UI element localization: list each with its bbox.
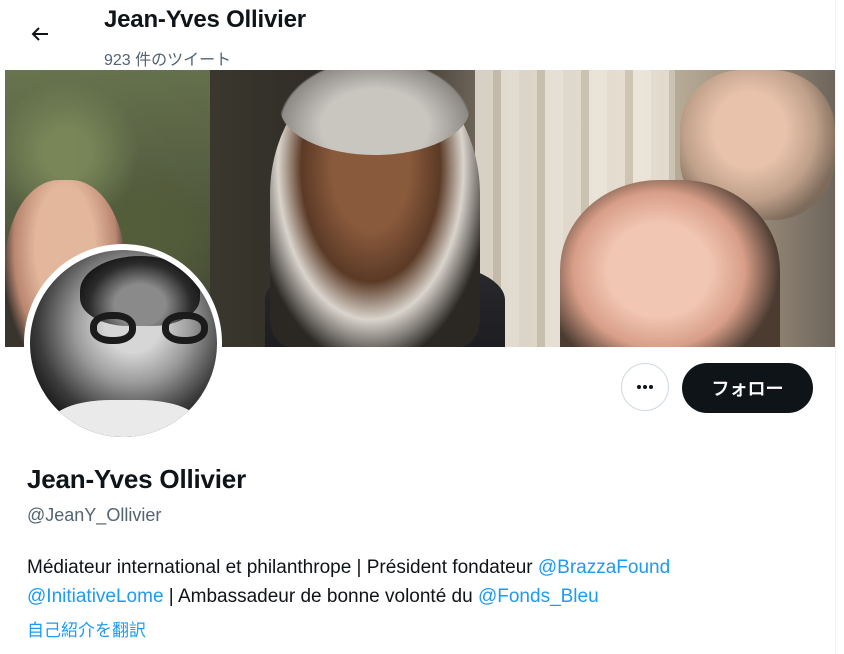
arrow-left-icon <box>31 27 48 41</box>
profile-handle: @JeanY_Ollivier <box>27 505 162 525</box>
bio-text: | Ambassadeur de bonne volonté du <box>163 586 478 607</box>
mention-fonds-bleu-link[interactable]: @Fonds_Bleu <box>478 586 599 607</box>
translate-bio-link[interactable]: 自己紹介を翻訳 <box>27 616 146 641</box>
mention-brazzafound-link[interactable]: @BrazzaFound <box>538 557 670 578</box>
banner-person-right <box>560 180 780 347</box>
avatar-glasses <box>89 311 208 346</box>
profile-bio: Médiateur international et philanthrope … <box>27 553 817 611</box>
follow-button[interactable]: フォロー <box>682 363 813 413</box>
profile-avatar[interactable] <box>24 244 222 442</box>
tweet-count: 923 件のツイート <box>104 52 232 69</box>
header-title: Jean-Yves Ollivier <box>104 6 306 33</box>
back-button[interactable] <box>20 14 60 54</box>
more-horizontal-icon <box>637 385 653 389</box>
mention-initiativelome-link[interactable]: @InitiativeLome <box>27 586 164 607</box>
bio-text: Médiateur international et philanthrope … <box>27 557 538 578</box>
more-options-button[interactable] <box>621 363 669 411</box>
avatar-collar <box>49 399 200 437</box>
avatar-photo <box>29 249 217 437</box>
profile-display-name: Jean-Yves Ollivier <box>27 464 246 494</box>
column-border <box>835 0 836 654</box>
